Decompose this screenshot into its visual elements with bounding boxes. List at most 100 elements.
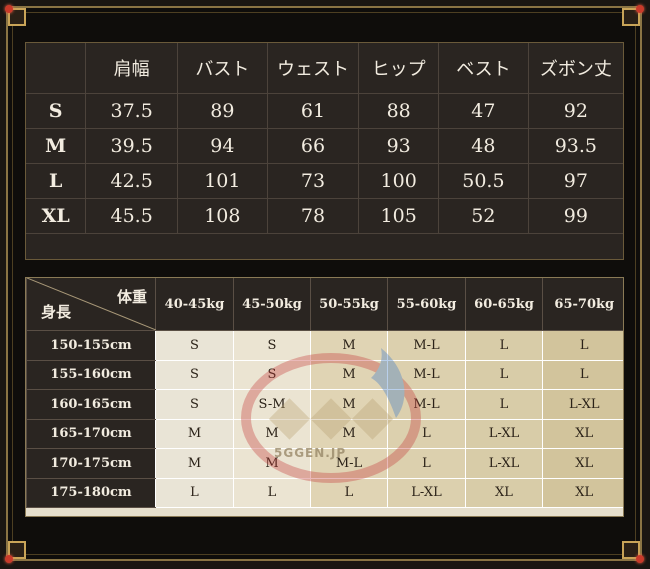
weight-header: 50-55kg [310,278,388,331]
height-axis-label: 身長 [41,303,72,321]
measure-cell: 100 [358,163,439,199]
size-cell: L [465,389,543,420]
size-cell: L [387,448,466,479]
size-cell: S [155,389,234,420]
gem-ornament [5,5,13,13]
height-label: 150-155cm [26,330,156,361]
size-cell: M-L [387,389,466,420]
size-cell: L-XL [465,419,543,449]
size-cell: M [155,448,234,479]
measure-cell: 52 [438,198,529,234]
size-cell: XL [542,478,623,508]
measure-cell: 93.5 [527,128,623,164]
size-cell: L [542,360,623,390]
weight-header: 60-65kg [465,278,543,331]
size-cell: XL [465,478,543,508]
header-cell: ズボン丈 [527,43,623,94]
size-cell: L [465,360,543,390]
size-label: M [26,128,86,164]
watermark-text: 5GGEN.JP [274,446,347,460]
weight-header: 45-50kg [233,278,311,331]
size-cell: L [542,330,623,361]
measurement-row: L 42.5 101 73 100 50.5 97 [26,163,623,199]
size-cell: L [310,478,388,508]
header-cell [26,43,86,94]
measure-cell: 61 [266,93,359,129]
measure-cell: 48 [438,128,529,164]
measure-cell: 89 [177,93,268,129]
size-label: XL [26,198,86,234]
size-cell: M [310,330,388,361]
measure-cell: 92 [527,93,623,129]
measurement-panel: 肩幅 バスト ウェスト ヒップ ベスト ズボン丈 S 37.5 89 61 88… [25,42,624,260]
measure-cell: 47 [438,93,529,129]
measure-cell: 101 [177,163,268,199]
size-cell: M [310,389,388,420]
size-chart-row: 155-160cm S S M M-L L L [26,360,623,390]
height-label: 175-180cm [26,478,156,508]
size-chart-row: 150-155cm S S M M-L L L [26,330,623,361]
size-chart-table: 体重 身長 40-45kg 45-50kg 50-55kg 55-60kg 60… [26,278,623,508]
size-cell: S-M [233,389,311,420]
size-cell: L [155,478,234,508]
header-cell: ヒップ [358,43,439,94]
measurement-row: S 37.5 89 61 88 47 92 [26,93,623,129]
corner-header-cell: 体重 身長 [26,278,156,331]
header-cell: ベスト [438,43,529,94]
size-cell: XL [542,448,623,479]
measure-cell: 99 [527,198,623,234]
size-chart-row: 160-165cm S S-M M M-L L L-XL [26,389,623,420]
measure-cell: 93 [358,128,439,164]
height-label: 155-160cm [26,360,156,390]
measure-cell: 97 [527,163,623,199]
measure-cell: 50.5 [438,163,529,199]
weight-header: 40-45kg [155,278,234,331]
size-cell: M [233,419,311,449]
weight-header: 55-60kg [387,278,466,331]
size-cell: M [155,419,234,449]
measurement-row: M 39.5 94 66 93 48 93.5 [26,128,623,164]
size-label: L [26,163,86,199]
measure-cell: 39.5 [85,128,178,164]
header-cell: 肩幅 [85,43,178,94]
size-cell: S [155,360,234,390]
height-label: 165-170cm [26,419,156,449]
size-cell: L [387,419,466,449]
size-cell: L-XL [542,389,623,420]
measurement-table: 肩幅 バスト ウェスト ヒップ ベスト ズボン丈 S 37.5 89 61 88… [26,43,623,234]
size-cell: M-L [387,330,466,361]
size-cell: S [155,330,234,361]
size-cell: S [233,360,311,390]
size-cell: L [233,478,311,508]
size-cell: XL [542,419,623,449]
size-cell: L-XL [465,448,543,479]
measure-cell: 78 [266,198,359,234]
header-cell: バスト [177,43,268,94]
measure-cell: 88 [358,93,439,129]
height-label: 160-165cm [26,389,156,420]
size-chart-row: 165-170cm M M M L L-XL XL [26,419,623,449]
measure-cell: 42.5 [85,163,178,199]
size-cell: L-XL [387,478,466,508]
measurement-header-row: 肩幅 バスト ウェスト ヒップ ベスト ズボン丈 [26,43,623,94]
gem-ornament [5,555,13,563]
weight-header: 65-70kg [542,278,623,331]
size-cell: L [465,330,543,361]
gem-ornament [636,5,644,13]
measure-cell: 94 [177,128,268,164]
measure-cell: 73 [266,163,359,199]
size-cell: M [310,419,388,449]
header-cell: ウェスト [266,43,359,94]
measure-cell: 66 [266,128,359,164]
size-cell: M-L [387,360,466,390]
measure-cell: 105 [358,198,439,234]
weight-axis-label: 体重 [116,288,147,306]
size-chart-header-row: 体重 身長 40-45kg 45-50kg 50-55kg 55-60kg 60… [26,278,623,331]
measure-cell: 45.5 [85,198,178,234]
measure-cell: 108 [177,198,268,234]
size-chart-panel: 体重 身長 40-45kg 45-50kg 50-55kg 55-60kg 60… [25,277,624,517]
size-cell: M [310,360,388,390]
size-label: S [26,93,86,129]
height-label: 170-175cm [26,448,156,479]
measure-cell: 37.5 [85,93,178,129]
